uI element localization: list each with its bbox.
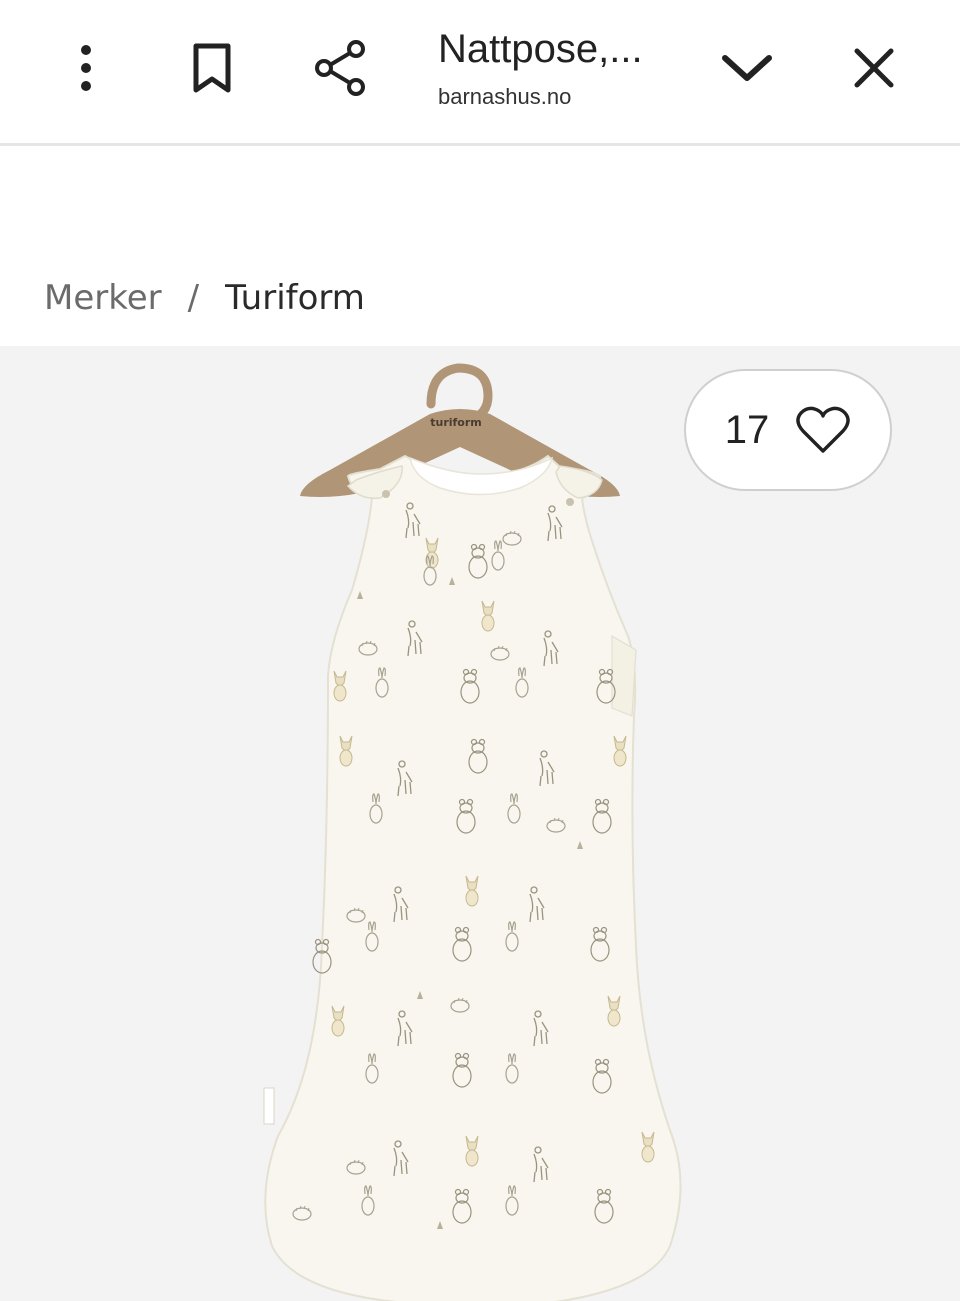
tab-domain: barnashus.no (438, 84, 572, 109)
close-icon (854, 48, 894, 88)
favorite-count: 17 (724, 407, 770, 452)
heart-outline-icon (796, 406, 850, 453)
breadcrumb: Merker / Turiform (44, 278, 365, 318)
collapse-button[interactable] (708, 32, 786, 104)
page-title-block[interactable]: Nattpose,... barnashus.no (438, 26, 688, 110)
chevron-down-icon (722, 55, 772, 81)
bookmark-button[interactable] (176, 32, 248, 104)
more-options-button[interactable] (50, 32, 122, 104)
browser-top-bar: Nattpose,... barnashus.no (0, 0, 960, 146)
bookmark-icon (193, 43, 231, 93)
more-vertical-icon (81, 45, 91, 91)
breadcrumb-link-merker[interactable]: Merker (44, 278, 162, 318)
close-button[interactable] (838, 32, 910, 104)
share-button[interactable] (305, 32, 377, 104)
breadcrumb-current: Turiform (225, 278, 365, 318)
breadcrumb-separator: / (187, 278, 200, 318)
tab-title: Nattpose,... (438, 27, 643, 71)
favorite-button[interactable]: 17 (684, 369, 892, 491)
hanger-brand-label: turiform (430, 416, 482, 429)
share-icon (315, 40, 365, 96)
